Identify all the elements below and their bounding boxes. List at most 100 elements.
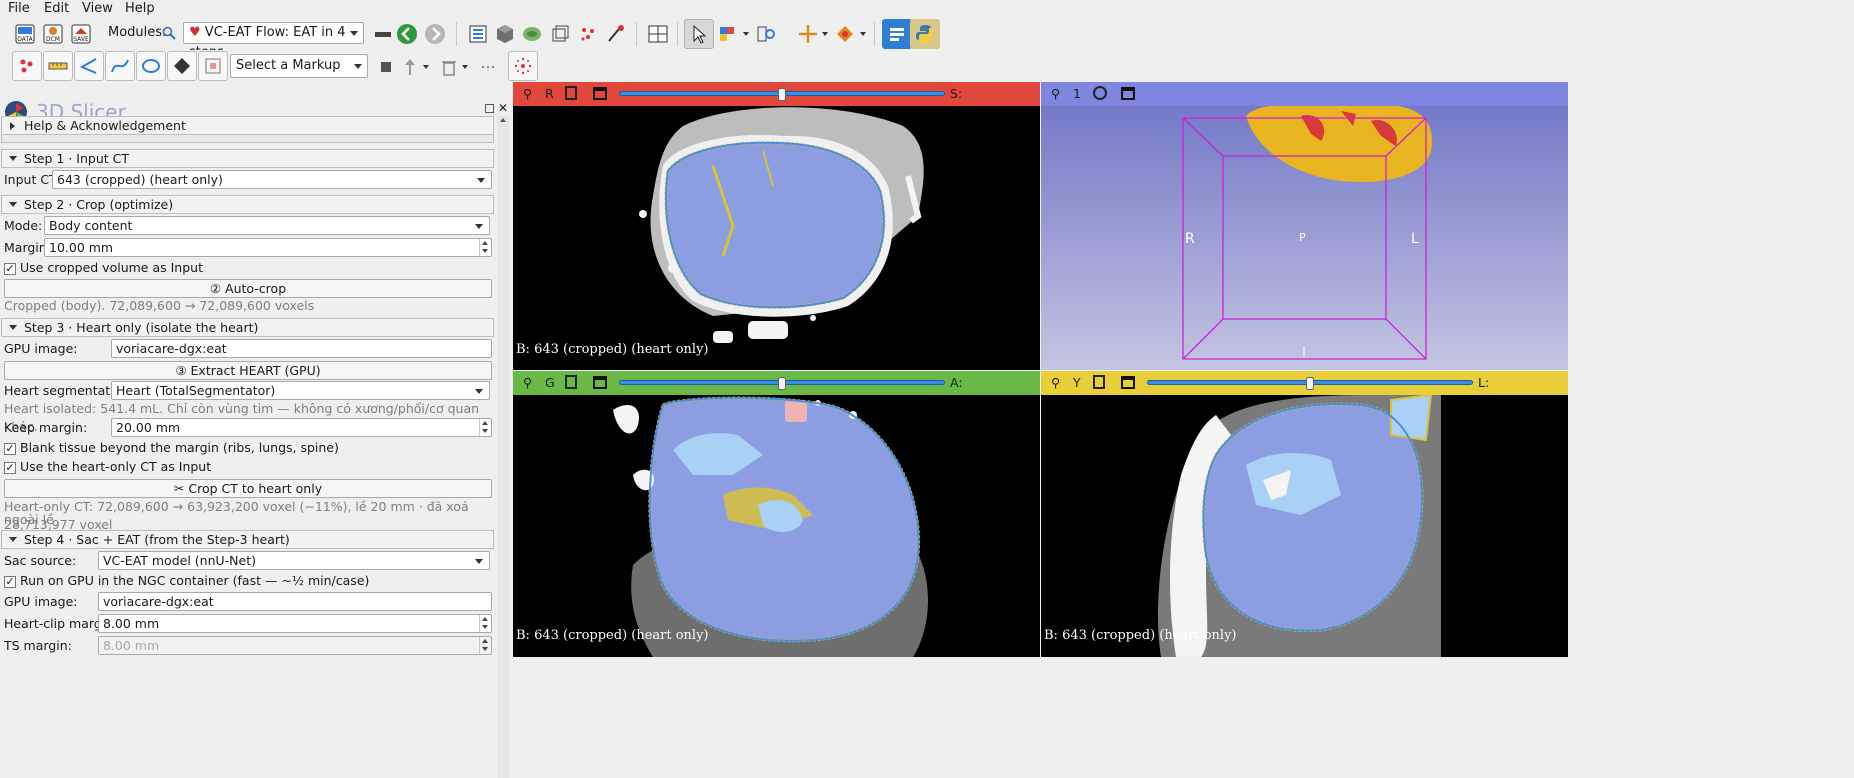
input-ct-select[interactable]: 643 (cropped) (heart only) [52, 170, 492, 189]
keep-margin-spinbox[interactable]: 20.00 mm [111, 418, 492, 437]
ts-margin-label: TS margin: [4, 638, 72, 653]
sac-source-select[interactable]: VC-EAT model (nnU-Net) [98, 551, 490, 570]
place-fiducial-button[interactable] [830, 19, 860, 49]
extract-heart-button[interactable]: ③ Extract HEART (GPU) [4, 361, 492, 380]
close-icon[interactable]: ✕ [498, 102, 508, 114]
pointer-mode-button[interactable] [684, 19, 714, 49]
use-heart-only-checkbox[interactable]: ✓ [4, 462, 16, 474]
run-gpu-checkbox[interactable]: ✓ [4, 576, 16, 588]
view-link-button[interactable] [751, 19, 781, 49]
svg-text:DATA: DATA [17, 36, 33, 43]
arrow-right-icon [425, 24, 445, 44]
menu-file[interactable]: File [8, 0, 30, 17]
autocrop-button[interactable]: ② Auto-crop [4, 279, 492, 298]
spinner-arrows[interactable] [479, 239, 491, 256]
menu-edit[interactable]: Edit [44, 0, 69, 17]
window-level-button[interactable] [713, 19, 743, 49]
menu-view[interactable]: View [82, 0, 113, 17]
maximize-view-icon[interactable] [593, 87, 607, 100]
yellow-view-letter: Y [1073, 375, 1081, 390]
ts-margin-spinbox: 8.00 mm [98, 636, 492, 655]
green-view-letter: G [545, 375, 555, 390]
panel-scrollbar[interactable] [497, 116, 509, 778]
heart-clip-spinbox[interactable]: 8.00 mm [98, 614, 492, 633]
link-slices-icon[interactable] [1093, 375, 1105, 389]
previous-module-button[interactable] [392, 19, 422, 49]
yellow-slice-controller: ⚲ Y L: 19.1592mm [1041, 371, 1568, 414]
menu-help[interactable]: Help [125, 0, 155, 17]
data-module-button[interactable] [463, 19, 493, 49]
pointer-icon [693, 24, 707, 44]
maximize-view-icon[interactable] [593, 376, 607, 389]
menu-bar: File Edit View Help [0, 0, 1854, 17]
load-data-button[interactable]: DATA [10, 19, 40, 49]
spinner-arrows[interactable] [479, 615, 491, 632]
heart-crop-status-2: ngoài lề [4, 512, 54, 527]
pin-icon[interactable]: ⚲ [1051, 371, 1060, 395]
red-slice-view[interactable]: B: 643 (cropped) (heart only) [513, 106, 1040, 370]
point-list-button[interactable] [12, 51, 42, 81]
delete-markup-button[interactable] [434, 52, 464, 82]
link-slices-icon[interactable] [565, 375, 577, 389]
spinner-arrows[interactable] [479, 419, 491, 436]
crop-heart-button[interactable]: ✂ Crop CT to heart only [4, 479, 492, 498]
gpu-image-input-2[interactable]: voriacare-dgx:eat [98, 592, 492, 611]
markup-selector[interactable]: Select a Markup [230, 54, 368, 78]
svg-text:SAVE: SAVE [73, 36, 89, 43]
pin-icon[interactable]: ⚲ [523, 82, 532, 106]
margin-spinbox[interactable]: 10.00 mm [44, 238, 492, 257]
layout-button[interactable] [643, 19, 673, 49]
place-persistent-button[interactable] [395, 52, 425, 82]
mode-select[interactable]: Body content [44, 216, 490, 235]
step1-section-header[interactable]: Step 1 · Input CT [1, 149, 494, 168]
maximize-view-icon[interactable] [1121, 87, 1135, 100]
step3-section-header[interactable]: Step 3 · Heart only (isolate the heart) [1, 318, 494, 337]
search-icon[interactable] [162, 26, 176, 40]
line-button[interactable] [43, 51, 73, 81]
pin-icon[interactable]: ⚲ [523, 371, 532, 395]
green-slider-knob[interactable] [778, 377, 786, 390]
more-icon [481, 65, 495, 69]
extensions-icon [890, 28, 904, 41]
link-slices-icon[interactable] [565, 86, 577, 100]
curve-button[interactable] [105, 51, 135, 81]
threed-view[interactable]: R P L [1041, 106, 1568, 370]
center-view-icon[interactable] [1093, 86, 1107, 100]
more-options-button[interactable] [473, 52, 503, 82]
next-module-button[interactable] [420, 19, 450, 49]
editor-module-button[interactable] [601, 19, 631, 49]
orientation-label-r: R [1185, 231, 1195, 247]
models-module-button[interactable] [517, 19, 547, 49]
blank-tissue-checkbox[interactable]: ✓ [4, 443, 16, 455]
python-console-button[interactable] [910, 19, 940, 49]
yellow-slider-knob[interactable] [1306, 377, 1314, 390]
red-slider-knob[interactable] [778, 88, 786, 101]
use-cropped-checkbox[interactable]: ✓ [4, 263, 16, 275]
save-button[interactable]: SAVE [66, 19, 96, 49]
sagittal-ct-image [1157, 395, 1441, 657]
yellow-slice-view[interactable]: B: 643 (cropped) (heart only) [1041, 395, 1568, 657]
roi-button[interactable] [198, 51, 228, 81]
angle-icon [79, 58, 97, 74]
load-dicom-button[interactable]: DCM [38, 19, 68, 49]
closed-curve-button[interactable] [136, 51, 166, 81]
crosshair-button[interactable] [793, 19, 823, 49]
maximize-view-icon[interactable] [1121, 376, 1135, 389]
extension-manager-button[interactable] [882, 19, 912, 49]
plane-button[interactable] [167, 51, 197, 81]
help-section-header[interactable]: Help & Acknowledgement [1, 116, 494, 135]
markup-settings-button[interactable] [508, 51, 538, 81]
angle-button[interactable] [74, 51, 104, 81]
transforms-module-button[interactable] [545, 19, 575, 49]
step2-section-header[interactable]: Step 2 · Crop (optimize) [1, 195, 494, 214]
heart-seg-select[interactable]: Heart (TotalSegmentator) [111, 381, 490, 400]
undock-icon[interactable] [485, 104, 494, 113]
markups-module-button[interactable] [573, 19, 603, 49]
module-selector[interactable]: ♥ VC-EAT Flow: EAT in 4 steps [183, 22, 364, 60]
gpu-image-input[interactable]: voriacare-dgx:eat [111, 339, 492, 358]
volumes-module-button[interactable] [490, 19, 520, 49]
green-slice-view[interactable]: B: 643 (cropped) (heart only) [513, 395, 1040, 657]
crop-status-text: Cropped (body). 72,089,600 → 72,089,600 … [4, 298, 315, 313]
pin-icon[interactable]: ⚲ [1051, 82, 1060, 106]
step4-section-header[interactable]: Step 4 · Sac + EAT (from the Step-3 hear… [1, 530, 494, 549]
